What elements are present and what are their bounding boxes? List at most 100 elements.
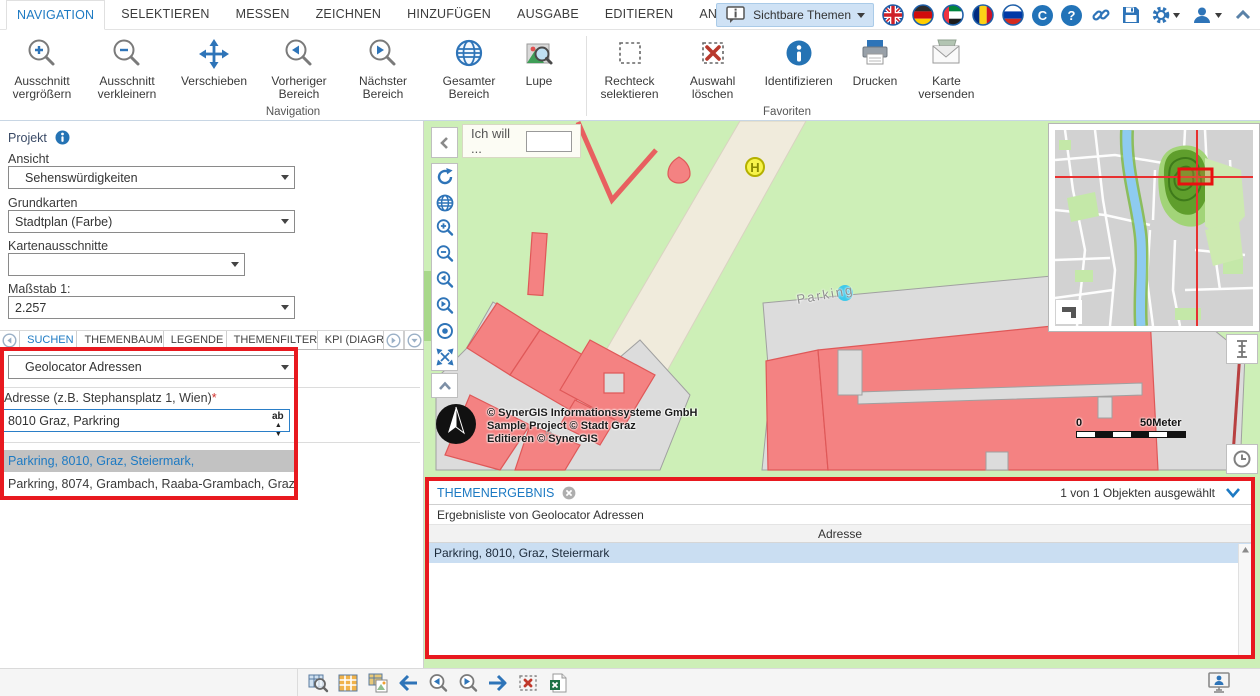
close-results-icon[interactable] — [562, 486, 576, 500]
data-table-button[interactable] — [336, 671, 360, 695]
settings-gear-button[interactable] — [1150, 4, 1182, 26]
ribbon-group-label: Favoriten — [587, 106, 987, 118]
full-extent-button[interactable]: Gesamter Bereich — [426, 30, 512, 101]
save-icon[interactable] — [1120, 4, 1142, 26]
visible-themes-button[interactable]: Sichtbare Themen — [716, 3, 874, 27]
previous-result-button[interactable] — [396, 671, 420, 695]
map-extents-select[interactable] — [8, 253, 245, 276]
clear-result-selection-button[interactable] — [516, 671, 540, 695]
rotate-map-button[interactable] — [432, 164, 457, 190]
table-map-button[interactable] — [366, 671, 390, 695]
zoom-in-extent-button[interactable]: Ausschnitt vergrößern — [0, 30, 84, 101]
menu-ausgabe[interactable]: AUSGABE — [507, 0, 589, 30]
flag-germany-icon[interactable] — [912, 4, 934, 26]
menu-messen[interactable]: MESSEN — [226, 0, 300, 30]
chevron-down-icon — [276, 305, 294, 310]
collapse-panel-button[interactable] — [431, 127, 458, 158]
zoom-out-button[interactable] — [432, 241, 457, 267]
send-map-button[interactable]: Karte versenden — [906, 30, 987, 101]
overview-map-canvas[interactable] — [1055, 130, 1253, 326]
next-view-button[interactable] — [432, 293, 457, 319]
basemap-label: Grundkarten — [8, 196, 77, 210]
map-magnifier-icon — [522, 36, 556, 72]
print-button[interactable]: Drucken — [844, 30, 906, 88]
result-table-zoom-button[interactable] — [306, 671, 330, 695]
user-account-button[interactable] — [1190, 4, 1224, 26]
collapse-toolbar-icon[interactable] — [1232, 4, 1254, 26]
selection-status: 1 von 1 Objekten ausgewählt — [1060, 486, 1215, 500]
menu-navigation[interactable]: NAVIGATION — [6, 0, 105, 30]
tab-themenbaum[interactable]: THEMENBAUM — [77, 331, 163, 349]
menu-selektieren[interactable]: SELEKTIEREN — [111, 0, 219, 30]
chevron-down-icon — [276, 175, 294, 180]
clear-selection-icon — [696, 36, 730, 72]
identify-button[interactable]: Identifizieren — [753, 30, 844, 88]
crescent-language-icon[interactable]: C — [1032, 5, 1053, 26]
results-header: THEMENERGEBNIS 1 von 1 Objekten ausgewäh… — [429, 481, 1251, 505]
chevron-down-icon — [276, 219, 294, 224]
toolbar-collapse-button[interactable] — [431, 373, 458, 398]
printer-icon — [858, 36, 892, 72]
help-icon[interactable]: ? — [1061, 5, 1082, 26]
search-category-select[interactable]: Geolocator Adressen — [8, 355, 295, 379]
overview-map-panel[interactable] — [1048, 123, 1260, 332]
center-map-button[interactable] — [432, 319, 457, 345]
next-result-button[interactable] — [486, 671, 510, 695]
menu-zeichnen[interactable]: ZEICHNEN — [306, 0, 392, 30]
previous-view-button[interactable] — [432, 267, 457, 293]
zoom-next-result-button[interactable] — [456, 671, 480, 695]
menu-hinzufuegen[interactable]: HINZUFÜGEN — [397, 0, 501, 30]
flag-uk-icon[interactable] — [882, 4, 904, 26]
tabs-menu-button[interactable] — [404, 331, 424, 349]
view-select[interactable]: Sehenswürdigkeiten — [8, 166, 295, 189]
ich-will-label: Ich will ... — [471, 126, 520, 156]
collapse-results-icon[interactable] — [1225, 486, 1241, 499]
select-rectangle-button[interactable]: Rechteck selektieren — [587, 30, 672, 101]
zoom-previous-result-button[interactable] — [426, 671, 450, 695]
pan-button[interactable]: Verschieben — [170, 30, 258, 88]
flag-romania-icon[interactable] — [972, 4, 994, 26]
project-info-icon[interactable] — [55, 130, 70, 145]
history-clock-button[interactable] — [1226, 444, 1258, 474]
world-extent-button[interactable] — [432, 190, 457, 216]
next-extent-button[interactable]: Nächster Bereich — [340, 30, 426, 101]
remote-support-icon[interactable] — [1206, 671, 1232, 695]
scale-select[interactable]: 2.257 — [8, 296, 295, 319]
zoom-out-extent-button[interactable]: Ausschnitt verkleinern — [84, 30, 170, 101]
basemap-select[interactable]: Stadtplan (Farbe) — [8, 210, 295, 233]
flag-russia-icon[interactable] — [1002, 4, 1024, 26]
link-icon[interactable] — [1090, 4, 1112, 26]
ribbon-item-label: Nächster Bereich — [340, 75, 426, 101]
tab-themenfilter[interactable]: THEMENFILTER — [227, 331, 318, 349]
ich-will-input[interactable] — [526, 131, 572, 152]
autocomplete-sort-icon[interactable]: ab ▲▼ — [272, 412, 284, 439]
tab-kpi-diagramme[interactable]: KPI (DIAGRA — [318, 331, 384, 349]
overview-resize-button[interactable] — [1226, 334, 1258, 364]
previous-extent-button[interactable]: Vorheriger Bereich — [258, 30, 340, 101]
flag-uae-icon[interactable] — [942, 4, 964, 26]
address-suggestion-selected[interactable]: Parkring, 8010, Graz, Steiermark, — [4, 450, 295, 472]
address-suggestion[interactable]: Parkring, 8074, Grambach, Raaba-Grambach… — [4, 473, 295, 495]
zoom-in-button[interactable] — [432, 216, 457, 242]
tabs-scroll-left-button[interactable] — [0, 331, 20, 349]
export-excel-button[interactable] — [546, 671, 570, 695]
tabs-scroll-right-button[interactable] — [384, 331, 404, 349]
address-field-label: Adresse (z.B. Stephansplatz 1, Wien)* — [4, 391, 217, 405]
results-scrollbar[interactable] — [1238, 544, 1251, 655]
menu-editieren[interactable]: EDITIEREN — [595, 0, 683, 30]
ribbon-toolbar: Ausschnitt vergrößern Ausschnitt verklei… — [0, 30, 1260, 121]
overview-collapse-button[interactable] — [1056, 300, 1082, 324]
tab-legende[interactable]: LEGENDE — [164, 331, 227, 349]
full-extent-map-button[interactable] — [432, 344, 457, 370]
results-column-header[interactable]: Adresse — [429, 525, 1251, 543]
clear-selection-button[interactable]: Auswahl löschen — [672, 30, 753, 101]
results-row-selected[interactable]: Parkring, 8010, Graz, Steiermark — [429, 543, 1251, 563]
tab-themenergebnis[interactable]: THEMENERGEBNIS — [437, 486, 554, 500]
bus-stop-marker[interactable]: H — [745, 157, 765, 177]
map-viewport[interactable]: H Parking sse © SynerGIS Informationssys… — [424, 121, 1260, 668]
address-input[interactable] — [2, 409, 290, 432]
overview-extent-rectangle[interactable] — [1179, 169, 1212, 184]
magnifier-window-button[interactable]: Lupe — [512, 30, 566, 88]
tab-suchen[interactable]: SUCHEN — [20, 331, 77, 349]
menu-bar: NAVIGATION SELEKTIEREN MESSEN ZEICHNEN H… — [0, 0, 1260, 30]
